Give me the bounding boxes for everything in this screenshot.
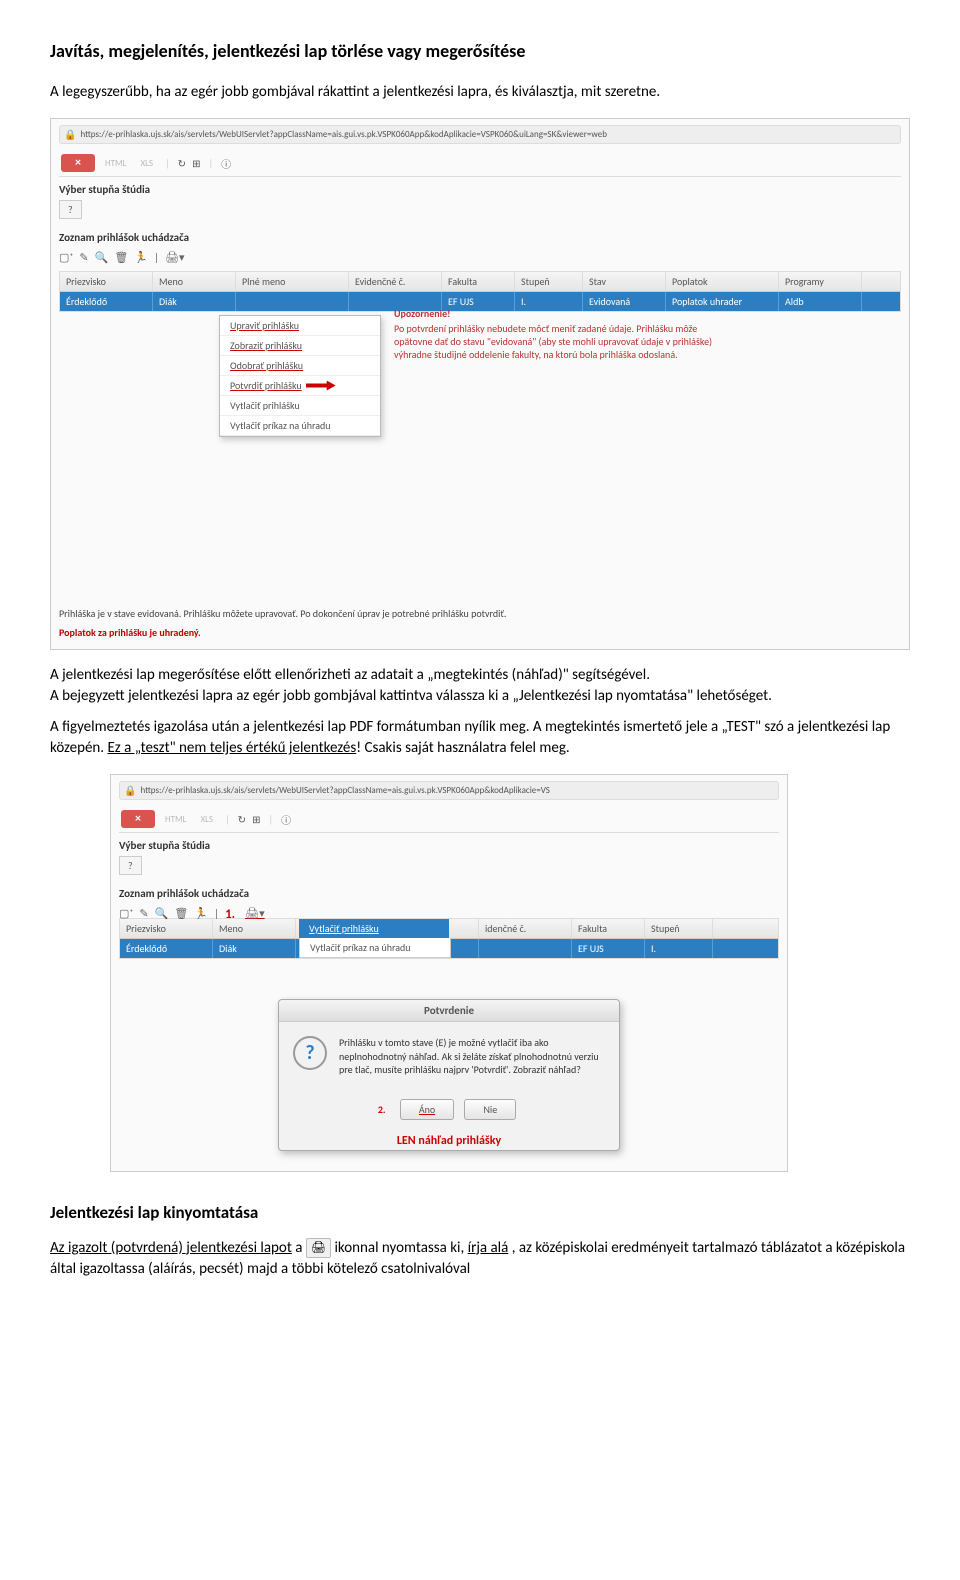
xls-button[interactable]: XLS	[196, 812, 217, 827]
print-dropdown: Vytlačiť prihlášku Vytlačiť príkaz na úh…	[299, 919, 779, 958]
html-button[interactable]: HTML	[101, 156, 130, 171]
menu-print[interactable]: Vytlačiť prihlášku	[220, 396, 380, 416]
heading-print: Jelentkezési lap kinyomtatása	[50, 1202, 910, 1223]
delete-icon[interactable]: 🗑	[114, 251, 128, 264]
warning-box: Upozornenie! Po potvrdení prihlášky nebu…	[394, 307, 724, 361]
user-icon[interactable]: 🏃	[134, 251, 148, 264]
dropdown-item-print[interactable]: Vytlačiť prihlášku	[299, 919, 449, 938]
close-button[interactable]: ×	[121, 810, 155, 828]
table-header: Priezvisko Meno Plné meno Evidenčné č. F…	[60, 272, 900, 292]
status-paid: Poplatok za prihlášku je uhradený.	[59, 626, 901, 639]
toolbar-2: × HTML XLS | ↻ ⊞ | ⓘ	[119, 806, 779, 833]
info-icon[interactable]: ⓘ	[221, 156, 231, 171]
menu-remove[interactable]: Odobrať prihlášku	[220, 356, 380, 376]
add-icon[interactable]: ▢⁺	[59, 251, 73, 264]
info-icon[interactable]: ⓘ	[281, 812, 291, 827]
printer-icon: 🖨	[306, 1238, 331, 1259]
menu-edit[interactable]: Upraviť prihlášku	[220, 316, 380, 336]
status-text: Prihláška je v stave evidovaná. Prihlášk…	[59, 607, 901, 620]
html-button[interactable]: HTML	[161, 812, 190, 827]
refresh-icon[interactable]: ↻	[178, 157, 186, 170]
tree-icon[interactable]: ⊞	[252, 813, 260, 826]
close-button[interactable]: ×	[61, 154, 95, 172]
red-arrow-icon	[306, 381, 336, 391]
icon-row: ▢⁺ ✎ 🔍 🗑 🏃 | 🖨▾	[59, 248, 901, 267]
section-vyber-title: Výber stupňa štúdia	[59, 183, 901, 196]
table: Priezvisko Meno Plné meno Evidenčné č. F…	[59, 271, 901, 312]
url-text: https://e-prihlaska.ujs.sk/ais/servlets/…	[80, 129, 607, 140]
dialog-title: Potvrdenie	[279, 1000, 619, 1022]
url-bar-2: 🔒 https://e-prihlaska.ujs.sk/ais/servlet…	[119, 781, 779, 800]
zoom-icon[interactable]: 🔍	[95, 251, 109, 264]
lock-icon: 🔒	[64, 128, 76, 141]
xls-button[interactable]: XLS	[136, 156, 157, 171]
yes-button[interactable]: Áno	[400, 1099, 454, 1120]
mid-paragraph-2: A figyelmeztetés igazolása után a jelent…	[50, 717, 910, 759]
menu-confirm[interactable]: Potvrdiť prihlášku	[220, 376, 380, 396]
menu-view[interactable]: Zobraziť prihlášku	[220, 336, 380, 356]
context-menu: Upraviť prihlášku Zobraziť prihlášku Odo…	[219, 315, 381, 437]
intro-text: A legegyszerűbb, ha az egér jobb gombjáv…	[50, 82, 910, 103]
section-zoznam-title: Zoznam prihlášok uchádzača	[59, 231, 901, 244]
question-button-2[interactable]: ?	[119, 856, 142, 875]
toolbar: × HTML XLS | ↻ ⊞ | ⓘ	[59, 150, 901, 177]
question-icon: ?	[293, 1036, 327, 1070]
no-button[interactable]: Nie	[464, 1099, 516, 1120]
lock-icon: 🔒	[124, 784, 136, 797]
out-paragraph: Az igazolt (potvrdená) jelentkezési lapo…	[50, 1238, 910, 1280]
refresh-icon[interactable]: ↻	[238, 813, 246, 826]
screenshot-1: 🔒 https://e-prihlaska.ujs.sk/ais/servlet…	[50, 118, 910, 650]
menu-print-order[interactable]: Vytlačiť príkaz na úhradu	[220, 416, 380, 436]
section-vyber-title-2: Výber stupňa štúdia	[119, 839, 779, 852]
warning-text: Po potvrdení prihlášky nebudete môcť men…	[394, 322, 724, 361]
section-zoznam-title-2: Zoznam prihlášok uchádzača	[119, 887, 779, 900]
page-title: Javítás, megjelenítés, jelentkezési lap …	[50, 40, 910, 62]
screenshot-2: 🔒 https://e-prihlaska.ujs.sk/ais/servlet…	[110, 774, 788, 1172]
annotation-2: 2.	[378, 1103, 386, 1116]
dropdown-item-order[interactable]: Vytlačiť príkaz na úhradu	[299, 938, 451, 958]
warning-title: Upozornenie!	[394, 307, 724, 320]
question-button[interactable]: ?	[59, 200, 82, 219]
confirm-dialog: Potvrdenie ? Prihlášku v tomto stave (E)…	[278, 999, 620, 1151]
tree-icon[interactable]: ⊞	[192, 157, 200, 170]
mid-paragraph-1: A jelentkezési lap megerősítése előtt el…	[50, 665, 910, 707]
edit-icon[interactable]: ✎	[79, 251, 88, 264]
dialog-caption: LEN náhľad prihlášky	[279, 1134, 619, 1150]
url-text-2: https://e-prihlaska.ujs.sk/ais/servlets/…	[140, 785, 550, 796]
print-icon[interactable]: 🖨▾	[165, 251, 185, 264]
url-bar: 🔒 https://e-prihlaska.ujs.sk/ais/servlet…	[59, 125, 901, 144]
dialog-text: Prihlášku v tomto stave (E) je možné vyt…	[339, 1036, 605, 1077]
